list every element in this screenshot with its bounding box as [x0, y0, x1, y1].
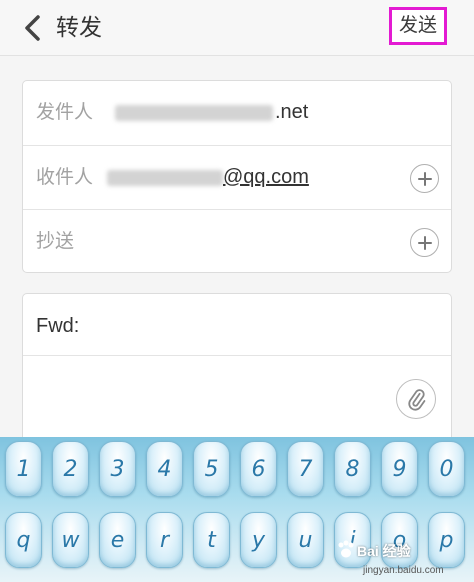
to-value[interactable]: @qq.com [223, 165, 309, 189]
cc-label: 抄送 [36, 231, 75, 252]
key-8[interactable]: 8 [334, 441, 371, 497]
key-4[interactable]: 4 [146, 441, 183, 497]
key-y[interactable]: y [240, 512, 277, 568]
key-u[interactable]: u [287, 512, 324, 568]
key-0[interactable]: 0 [428, 441, 465, 497]
attach-button[interactable] [396, 379, 436, 419]
key-e[interactable]: e [99, 512, 136, 568]
keyboard-row-digits: 1 2 3 4 5 6 7 8 9 0 [0, 441, 474, 501]
add-recipient-button[interactable] [410, 164, 439, 193]
key-2[interactable]: 2 [52, 441, 89, 497]
add-cc-button[interactable] [410, 228, 439, 257]
recipients-card: 发件人 .net 收件人 @qq.com 抄送 [22, 80, 452, 273]
from-value: .net [275, 101, 309, 123]
top-bar: 转发 发送 [0, 0, 474, 56]
watermark-url: jingyan.baidu.com [363, 565, 444, 576]
chevron-left-icon [25, 15, 40, 41]
subject-field[interactable]: Fwd: [23, 294, 451, 356]
key-r[interactable]: r [146, 512, 183, 568]
subject-value: Fwd: [36, 315, 80, 337]
paperclip-icon [408, 389, 426, 411]
key-7[interactable]: 7 [287, 441, 324, 497]
key-w[interactable]: w [52, 512, 89, 568]
message-card: Fwd: [22, 293, 452, 453]
key-t[interactable]: t [193, 512, 230, 568]
from-redacted [115, 105, 273, 121]
send-button[interactable]: 发送 [389, 7, 447, 45]
to-label: 收件人 [36, 167, 94, 188]
page-title: 转发 [56, 14, 102, 40]
watermark: Bai 经验 jingyan.baidu.com [335, 535, 470, 580]
to-row[interactable]: 收件人 @qq.com [23, 145, 451, 209]
plus-icon [417, 235, 432, 250]
key-3[interactable]: 3 [99, 441, 136, 497]
cc-row[interactable]: 抄送 [23, 209, 451, 273]
back-button[interactable] [18, 14, 46, 42]
to-redacted [107, 170, 223, 186]
key-9[interactable]: 9 [381, 441, 418, 497]
key-5[interactable]: 5 [193, 441, 230, 497]
key-1[interactable]: 1 [5, 441, 42, 497]
key-6[interactable]: 6 [240, 441, 277, 497]
paw-icon [338, 540, 354, 558]
key-q[interactable]: q [5, 512, 42, 568]
from-row: 发件人 .net [23, 81, 451, 145]
watermark-text: Bai 经验 [357, 543, 411, 559]
from-label: 发件人 [36, 102, 94, 123]
plus-icon [417, 171, 432, 186]
